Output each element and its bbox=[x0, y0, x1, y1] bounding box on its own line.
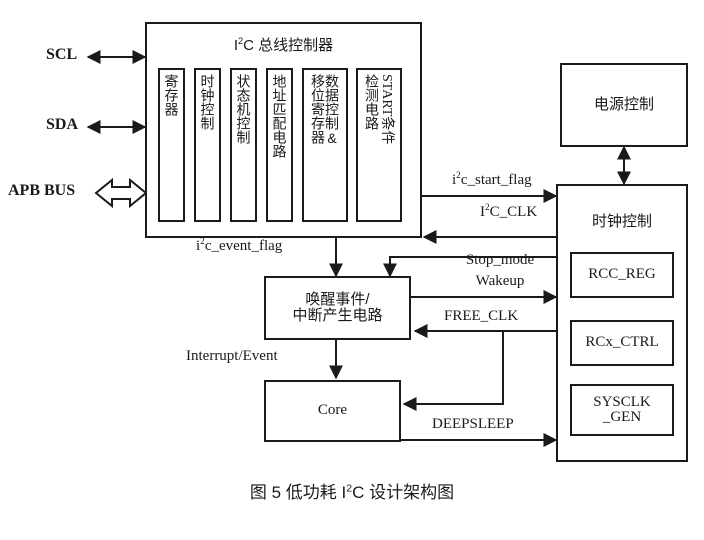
pin-label-scl: SCL bbox=[46, 46, 78, 63]
submodule-register-label: 寄存器 bbox=[163, 74, 180, 116]
submodule-address-match[interactable]: 地址匹配电路 bbox=[266, 68, 293, 222]
signal-label-free-clk: FREE_CLK bbox=[444, 308, 519, 324]
submodule-address-match-label: 地址匹配电路 bbox=[271, 74, 288, 158]
subblock-rcc-reg-label: RCC_REG bbox=[588, 266, 656, 283]
submodule-start-detect[interactable]: START条件 检测电路 bbox=[356, 68, 402, 222]
submodule-detect-circuit-label: 检测电路 bbox=[364, 74, 380, 130]
block-core[interactable]: Core bbox=[264, 380, 401, 442]
submodule-register[interactable]: 寄存器 bbox=[158, 68, 185, 222]
submodule-shift-register-label: 移位寄存器 bbox=[310, 74, 326, 144]
submodule-clock-control[interactable]: 时钟控制 bbox=[194, 68, 221, 222]
signal-label-stop-mode: Stop_mode bbox=[465, 252, 535, 268]
pin-label-sda: SDA bbox=[46, 116, 79, 133]
subblock-rcx-ctrl-label: RCx_CTRL bbox=[585, 334, 659, 351]
block-wakeup-interrupt[interactable]: 唤醒事件/中断产生电路 bbox=[264, 276, 411, 340]
block-title-core: Core bbox=[317, 402, 348, 419]
submodule-data-control-label: 数据控制& bbox=[324, 74, 340, 146]
block-title-clock-control: 时钟控制 bbox=[591, 213, 652, 230]
signal-label-deepsleep: DEEPSLEEP bbox=[432, 416, 514, 432]
submodule-state-machine[interactable]: 状态机控制 bbox=[230, 68, 257, 222]
subblock-rcx-ctrl[interactable]: RCx_CTRL bbox=[570, 320, 674, 366]
subblock-rcc-reg[interactable]: RCC_REG bbox=[570, 252, 674, 298]
subblock-sysclk-gen-label: SYSCLK _GEN bbox=[593, 393, 651, 425]
wire-apb-bus bbox=[94, 177, 148, 209]
submodule-state-machine-label: 状态机控制 bbox=[235, 74, 252, 144]
figure-caption: 图 5 低功耗 I2C 设计架构图 bbox=[249, 482, 455, 502]
submodule-start-condition-label: START条件 bbox=[379, 74, 394, 145]
figure-canvas: SCL SDA APB BUS I2C 总线控制器 寄存器 时钟控制 状态机控制… bbox=[0, 0, 704, 540]
block-title-i2c-bus-controller: I2C 总线控制器 bbox=[233, 36, 334, 54]
block-power-control[interactable]: 电源控制 bbox=[560, 63, 688, 147]
wire-freeclk-to-core bbox=[402, 331, 504, 411]
pin-label-apb-bus: APB BUS bbox=[8, 182, 76, 199]
submodule-clock-control-label: 时钟控制 bbox=[199, 74, 216, 130]
signal-label-i2c-start-flag: i2c_start_flag bbox=[452, 171, 532, 188]
submodule-data-shift-register[interactable]: 数据控制& 移位寄存器 bbox=[302, 68, 348, 222]
block-title-power-control: 电源控制 bbox=[593, 96, 654, 114]
signal-label-interrupt-event: Interrupt/Event bbox=[186, 348, 278, 364]
subblock-sysclk-gen[interactable]: SYSCLK _GEN bbox=[570, 384, 674, 436]
signal-label-wakeup: Wakeup bbox=[475, 273, 525, 289]
signal-label-i2c-event-flag: i2c_event_flag bbox=[196, 237, 283, 254]
block-title-wakeup-interrupt: 唤醒事件/中断产生电路 bbox=[292, 291, 383, 324]
signal-label-i2c-clk: I2C_CLK bbox=[480, 203, 538, 220]
